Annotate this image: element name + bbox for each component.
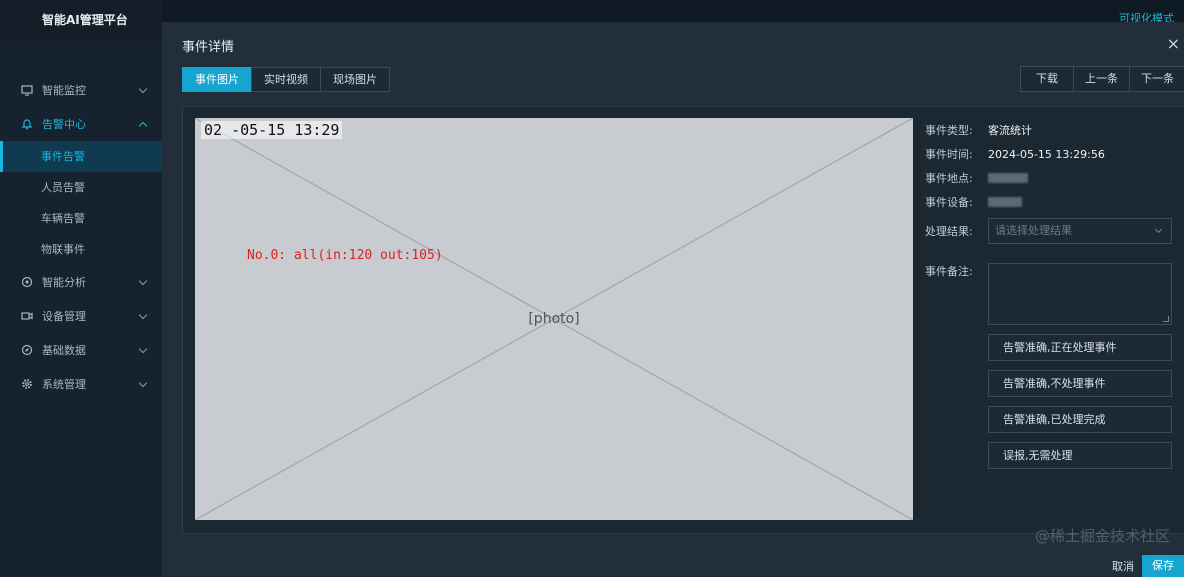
compass-icon [20,344,33,357]
sidebar-item-label: 告警中心 [42,118,86,131]
save-button[interactable]: 保存 [1142,555,1184,577]
event-time-value: 2024-05-15 13:29:56 [988,147,1105,161]
sidebar-item-label: 基础数据 [42,344,86,357]
sidebar-item-analysis[interactable]: 智能分析 [0,265,162,299]
result-row: 处理结果: 请选择处理结果 [925,218,1175,244]
sidebar: 智能AI管理平台 智能监控 告警中心 事件告警 人员告警 车辆告警 物联事件 智… [0,0,162,577]
prev-button[interactable]: 上一条 [1073,66,1130,92]
result-placeholder: 请选择处理结果 [995,224,1072,237]
chevron-down-icon [138,276,148,286]
event-location-row: 事件地点: [925,166,1175,190]
sidebar-subitem-vehicle-alarm[interactable]: 车辆告警 [0,203,162,234]
event-device-row: 事件设备: [925,190,1175,214]
next-button[interactable]: 下一条 [1129,66,1184,92]
tab-event-image[interactable]: 事件图片 [182,67,252,92]
modal-title: 事件详情 [182,40,235,55]
tab-live-video[interactable]: 实时视频 [251,67,321,92]
chevron-down-icon [138,344,148,354]
chevron-down-icon [138,310,148,320]
action-false-alarm-button[interactable]: 误报,无需处理 [988,442,1172,469]
sidebar-subitem-person-alarm[interactable]: 人员告警 [0,172,162,203]
event-time-row: 事件时间: 2024-05-15 13:29:56 [925,142,1175,166]
watermark: @稀土掘金技术社区 [1034,527,1170,545]
chevron-down-icon [138,378,148,388]
people-counter: No.0: all(in:120 out:105) [247,248,443,263]
svg-text:[photo]: [photo] [528,311,579,327]
modal-footer: 取消 保存 [1104,555,1184,577]
remark-row: 事件备注: [925,263,1175,325]
sidebar-item-label: 智能分析 [42,276,86,289]
cancel-button[interactable]: 取消 [1104,558,1142,574]
chevron-down-icon [1154,225,1163,234]
bell-icon [20,118,33,131]
action-confirm-done-button[interactable]: 告警准确,已处理完成 [988,406,1172,433]
chevron-down-icon [138,84,148,94]
sidebar-item-label: 智能监控 [42,84,86,97]
event-location-label: 事件地点: [925,172,973,185]
sidebar-item-base-data[interactable]: 基础数据 [0,333,162,367]
camera-icon [20,310,33,323]
event-type-row: 事件类型: 客流统计 [925,118,1175,142]
sidebar-item-label: 设备管理 [42,310,86,323]
event-type-label: 事件类型: [925,124,973,137]
redacted-device [988,197,1022,207]
event-info-panel: 事件类型: 客流统计 事件时间: 2024-05-15 13:29:56 事件地… [925,118,1175,469]
sidebar-item-alarm-center[interactable]: 告警中心 [0,107,162,141]
remark-label: 事件备注: [925,265,973,278]
monitor-icon [20,84,33,97]
remark-textarea[interactable] [988,263,1172,325]
camera-timestamp: 02 -05-15 13:29 [201,121,343,139]
event-detail-modal: 事件详情 × 事件图片 实时视频 现场图片 下载 上一条 下一条 [photo]… [162,22,1184,577]
download-button[interactable]: 下载 [1020,66,1074,92]
sidebar-subitem-iot-event[interactable]: 物联事件 [0,234,162,265]
sidebar-item-devices[interactable]: 设备管理 [0,299,162,333]
sidebar-subitem-event-alarm[interactable]: 事件告警 [0,141,162,172]
modal-tabs: 事件图片 实时视频 现场图片 [182,67,390,92]
result-label: 处理结果: [925,225,973,238]
event-time-label: 事件时间: [925,148,973,161]
action-confirm-processing-button[interactable]: 告警准确,正在处理事件 [988,334,1172,361]
redacted-location [988,173,1028,183]
chevron-up-icon [138,121,148,131]
event-image: [photo] 02 -05-15 13:29 No.0: all(in:120… [195,118,913,520]
event-device-label: 事件设备: [925,196,973,209]
event-photo: [photo] [195,118,913,520]
event-type-value: 客流统计 [988,124,1032,137]
app-title: 智能AI管理平台 [0,0,162,40]
tab-scene-image[interactable]: 现场图片 [320,67,390,92]
close-icon[interactable]: × [1167,34,1180,53]
result-select[interactable]: 请选择处理结果 [988,218,1172,244]
sidebar-item-system[interactable]: 系统管理 [0,367,162,401]
resize-grip-icon[interactable] [1163,316,1169,322]
record-nav: 下载 上一条 下一条 [1020,66,1184,92]
sidebar-item-monitoring[interactable]: 智能监控 [0,73,162,107]
analysis-icon [20,276,33,289]
action-confirm-ignore-button[interactable]: 告警准确,不处理事件 [988,370,1172,397]
sidebar-item-label: 系统管理 [42,378,86,391]
gear-icon [20,378,33,391]
sidebar-menu: 智能监控 告警中心 事件告警 人员告警 车辆告警 物联事件 智能分析 设备管理 [0,73,162,401]
